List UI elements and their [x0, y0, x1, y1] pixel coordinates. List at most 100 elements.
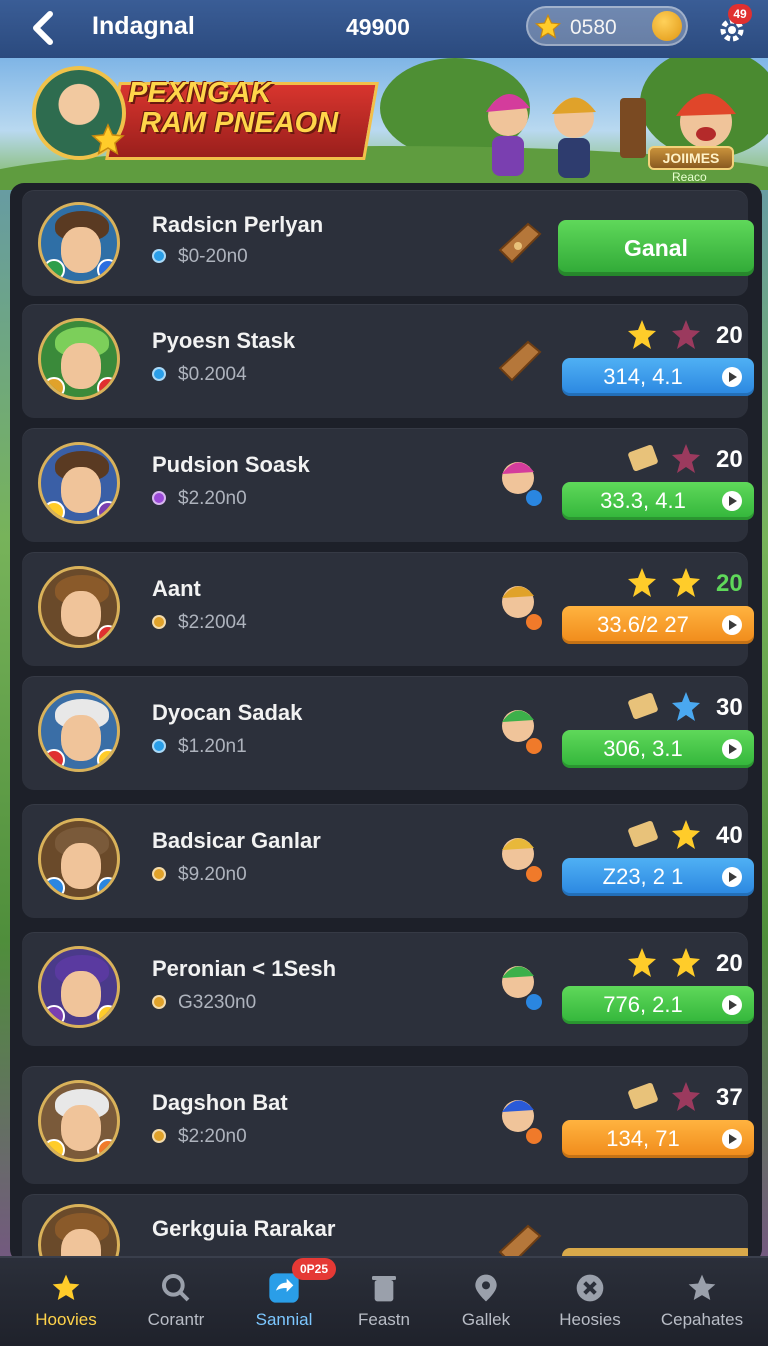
play-button[interactable] [562, 1248, 748, 1256]
coin-count: 0580 [570, 16, 617, 39]
bottom-nav: Hoovies Corantr Sannial Feastn Gallek He… [0, 1256, 768, 1346]
play-button[interactable]: 306, 3.1 [562, 730, 754, 768]
star-icon [534, 13, 562, 39]
play-icon [722, 739, 742, 759]
coin-menu-icon[interactable] [652, 11, 682, 41]
hero-price: $0.2004 [152, 364, 247, 386]
mini-hero-icon [502, 966, 542, 1010]
hero-count: 20 [716, 446, 743, 473]
play-icon [722, 615, 742, 635]
rating-stars-icon [628, 948, 700, 977]
back-arrow-icon[interactable] [26, 8, 62, 48]
hero-price: $2.20n0 [152, 488, 247, 510]
close-icon [576, 1274, 604, 1302]
banner-title: PEXNGAK RAM PNEAON [128, 78, 338, 138]
list-item[interactable]: Aant $2:2004 20 33.6/2 27 [22, 552, 754, 666]
hero-price: G3230n0 [152, 992, 256, 1014]
gain-button[interactable]: Ganal [558, 220, 754, 276]
list-item[interactable]: Gerkguia Rarakar [22, 1194, 748, 1256]
play-icon [722, 1129, 742, 1149]
list-item[interactable]: Pudsion Soask $2.20n0 20 33.3, 4.1 [22, 428, 754, 542]
hero-count: 37 [716, 1084, 743, 1111]
nav-item-cepahates[interactable]: Cepahates [650, 1258, 754, 1346]
score-display: 49900 [346, 14, 410, 40]
mini-hero-icon [502, 1100, 542, 1144]
nav-badge: 0P25 [292, 1258, 336, 1280]
nav-item-feastn[interactable]: Feastn [332, 1258, 436, 1346]
games-badge-subtitle: Reaco [672, 170, 707, 184]
list-item[interactable]: Radsicn Perlyan $0-20n0 Ganal [22, 190, 754, 296]
hero-name: Badsicar Ganlar [152, 828, 321, 853]
hero-price: $1.20n1 [152, 736, 247, 758]
hero-avatar [38, 946, 120, 1028]
play-button[interactable]: 33.6/2 27 [562, 606, 754, 644]
hero-count: 40 [716, 822, 743, 849]
play-button[interactable]: 314, 4.1 [562, 358, 754, 396]
page-title: Indagnal [92, 12, 195, 40]
hero-count: 20 [716, 950, 743, 977]
rating-stars-icon [628, 692, 700, 721]
hero-avatar [38, 1080, 120, 1162]
hero-price: $0-20n0 [152, 246, 248, 268]
event-banner[interactable]: PEXNGAK RAM PNEAON JOIIMES Reaco [0, 58, 768, 190]
hero-name: Radsicn Perlyan [152, 212, 324, 237]
hero-name: Dyocan Sadak [152, 700, 303, 725]
games-badge[interactable]: JOIIMES [648, 146, 734, 170]
mini-hero-icon [502, 462, 542, 506]
play-button[interactable]: Z23, 2 1 [562, 858, 754, 896]
hero-count: 20 [716, 570, 743, 597]
mini-hero-icon [502, 586, 542, 630]
rating-stars-icon [628, 444, 700, 473]
rating-stars-icon [628, 1082, 700, 1111]
play-icon [722, 995, 742, 1015]
hero-name: Aant [152, 576, 201, 601]
coin-counter[interactable]: 0580 [526, 6, 688, 46]
banner-characters-illustration [486, 93, 736, 178]
rating-stars-icon [628, 568, 700, 597]
hero-price: $9.20n0 [152, 864, 247, 886]
hero-count: 20 [716, 322, 743, 349]
wood-plank-icon [498, 222, 542, 264]
play-button[interactable]: 134, 71 [562, 1120, 754, 1158]
play-button[interactable]: 33.3, 4.1 [562, 482, 754, 520]
star-icon [91, 123, 125, 156]
list-item[interactable]: Peronian < 1Sesh G3230n0 20 776, 2.1 [22, 932, 754, 1046]
star-icon [52, 1274, 80, 1300]
hero-count: 30 [716, 694, 743, 721]
hero-avatar [38, 202, 120, 284]
hero-name: Gerkguia Rarakar [152, 1216, 336, 1241]
list-item[interactable]: Pyoesn Stask $0.2004 20 314, 4.1 [22, 304, 754, 418]
nav-item-corantr[interactable]: Corantr [124, 1258, 228, 1346]
location-pin-icon [475, 1274, 497, 1302]
hero-name: Pudsion Soask [152, 452, 310, 477]
hero-avatar [38, 442, 120, 524]
banner-title-line1: PEXNGAK [128, 77, 272, 109]
hero-avatar [38, 1204, 120, 1256]
play-icon [722, 867, 742, 887]
rating-stars-icon [628, 320, 700, 349]
list-item[interactable]: Dyocan Sadak $1.20n1 30 306, 3.1 [22, 676, 754, 790]
hero-name: Dagshon Bat [152, 1090, 288, 1115]
play-button[interactable]: 776, 2.1 [562, 986, 754, 1024]
banner-title-line2: RAM PNEAON [140, 107, 339, 139]
play-icon [722, 491, 742, 511]
wood-plank-icon [498, 1224, 542, 1256]
nav-item-heosies[interactable]: Heosies [538, 1258, 642, 1346]
list-item[interactable]: Badsicar Ganlar $9.20n0 40 Z23, 2 1 [22, 804, 754, 918]
search-icon [162, 1274, 190, 1302]
wood-plank-icon [498, 340, 542, 382]
nav-item-gallek[interactable]: Gallek [434, 1258, 538, 1346]
rating-stars-icon [628, 820, 700, 849]
hero-avatar [38, 818, 120, 900]
hero-name: Pyoesn Stask [152, 328, 296, 353]
star-icon [688, 1274, 716, 1300]
hero-avatar [38, 690, 120, 772]
play-icon [722, 367, 742, 387]
hero-avatar [38, 318, 120, 400]
list-item[interactable]: Dagshon Bat $2:20n0 37 134, 71 [22, 1066, 754, 1184]
mini-hero-icon [502, 838, 542, 882]
nav-item-hoovies[interactable]: Hoovies [14, 1258, 118, 1346]
hero-name: Peronian < 1Sesh [152, 956, 337, 981]
hero-avatar [38, 566, 120, 648]
notification-badge: 49 [728, 4, 752, 24]
